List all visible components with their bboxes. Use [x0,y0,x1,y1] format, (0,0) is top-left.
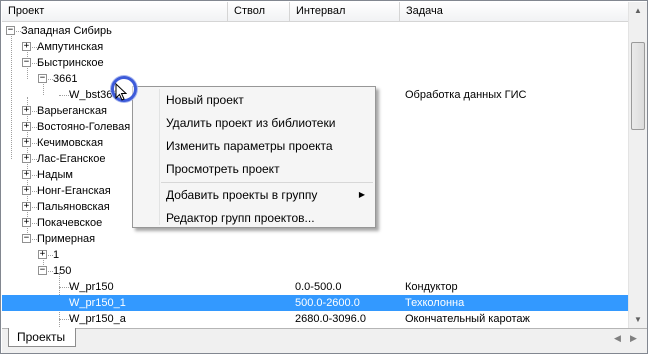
tab-bar: Проекты ◀ ▶ [2,328,647,353]
tree-row-label: W_pr150 [69,281,114,293]
tree-row-interval: 0.0-500.0 [295,281,342,293]
tree-row-task: Техколонна [405,297,465,309]
tree-row-label: Примерная [37,233,96,245]
expand-plus-icon[interactable]: + [22,218,31,227]
tree-row[interactable]: W_pr150 0.0-500.0 Кондуктор [2,279,628,295]
menu-item-edit-project-parameters[interactable]: Изменить параметры проекта [135,135,373,157]
tree-row-label: 3661 [53,73,78,85]
tree-row-label: W_pr150_a [69,313,126,325]
tree-row-interval: 500.0-2600.0 [295,297,360,309]
tree-row-label: Нонг-Еганская [37,185,111,197]
tree-row-task: Кондуктор [405,281,458,293]
tree-row-label: Покачевское [37,217,103,229]
expand-plus-icon[interactable]: + [22,122,31,131]
tree-row-label: 150 [53,265,72,277]
expand-plus-icon[interactable]: + [22,138,31,147]
expand-plus-icon[interactable]: + [22,186,31,195]
tree-row-task: Окончательный каротаж [405,313,530,325]
tree-row-label: 1 [53,249,60,261]
collapse-minus-icon[interactable]: − [38,74,47,83]
collapse-minus-icon[interactable]: − [22,234,31,243]
column-header-stvol[interactable]: Ствол [228,2,290,21]
expand-plus-icon[interactable]: + [38,250,47,259]
tree-row-label: Варьеганская [37,105,108,117]
tree-row[interactable]: −3661 [2,71,628,87]
expand-plus-icon[interactable]: + [22,42,31,51]
tree-row[interactable]: W_pr150_a 2680.0-3096.0 Окончательный каро… [2,311,628,327]
tab-projects[interactable]: Проекты [8,328,76,347]
tree-row-label: Быстринское [37,57,104,69]
tree-row-label: Кечимовская [37,137,104,149]
collapse-minus-icon[interactable]: − [6,26,15,35]
tree-row-label: Западная Сибирь [21,25,112,37]
mouse-cursor-icon [115,83,127,101]
tree-row-label: Лас-Еганское [37,153,106,165]
tree-row[interactable]: − Примерная [2,231,628,247]
expand-plus-icon[interactable]: + [22,202,31,211]
context-menu: Новый проект Удалить проект из библиотек… [132,86,376,228]
tab-scroll-left-icon[interactable]: ◀ [614,333,621,344]
collapse-minus-icon[interactable]: − [38,266,47,275]
collapse-minus-icon[interactable]: − [22,58,31,67]
tree-row[interactable]: W_pr150_1 500.0-2600.0 Техколонна [2,295,628,311]
tree-row[interactable]: + Ампутинская [2,39,628,55]
menu-item-view-project[interactable]: Просмотреть проект [135,158,373,180]
menu-item-add-to-group-label: Добавить проекты в группу [166,188,318,202]
tree-row-label: Пальяновская [37,201,110,213]
menu-item-new-project[interactable]: Новый проект [135,89,373,111]
tree-row[interactable]: −150 [2,263,628,279]
expand-plus-icon[interactable]: + [22,106,31,115]
scroll-up-arrow-icon[interactable]: ▲ [629,2,647,19]
scrollbar-thumb[interactable] [631,42,645,130]
tree-row[interactable]: − Быстринское [2,55,628,71]
menu-item-add-to-group[interactable]: Добавить проекты в группу ▶ [135,184,373,206]
column-header-interval[interactable]: Интервал [290,2,400,21]
column-header: Проект Ствол Интервал Задача [2,2,628,22]
tree-row[interactable]: − Западная Сибирь [2,23,628,39]
expand-plus-icon[interactable]: + [22,154,31,163]
tree-row-label: Востояно-Голевая [37,121,131,133]
project-library-window: Проект Ствол Интервал Задача − Западная С… [0,0,648,354]
menu-item-group-editor[interactable]: Редактор групп проектов... [135,207,373,229]
scroll-down-arrow-icon[interactable]: ▼ [629,311,647,328]
tree-row[interactable]: +1 [2,247,628,263]
tree-row-label: Надым [37,169,73,181]
expand-plus-icon[interactable]: + [22,170,31,179]
tab-scroll-right-icon[interactable]: ▶ [630,333,637,344]
column-header-project[interactable]: Проект [2,2,228,21]
tree-row-label: Ампутинская [37,41,104,53]
submenu-arrow-icon: ▶ [358,190,365,199]
tree-row-task: Обработка данных ГИС [405,89,527,101]
column-header-task[interactable]: Задача [400,2,628,21]
tree-row-interval: 2680.0-3096.0 [295,313,366,325]
menu-item-delete-project[interactable]: Удалить проект из библиотеки [135,112,373,134]
tree-row-label: W_pr150_1 [69,295,126,311]
vertical-scrollbar[interactable]: ▲ ▼ [628,2,647,328]
menu-separator [161,182,373,183]
